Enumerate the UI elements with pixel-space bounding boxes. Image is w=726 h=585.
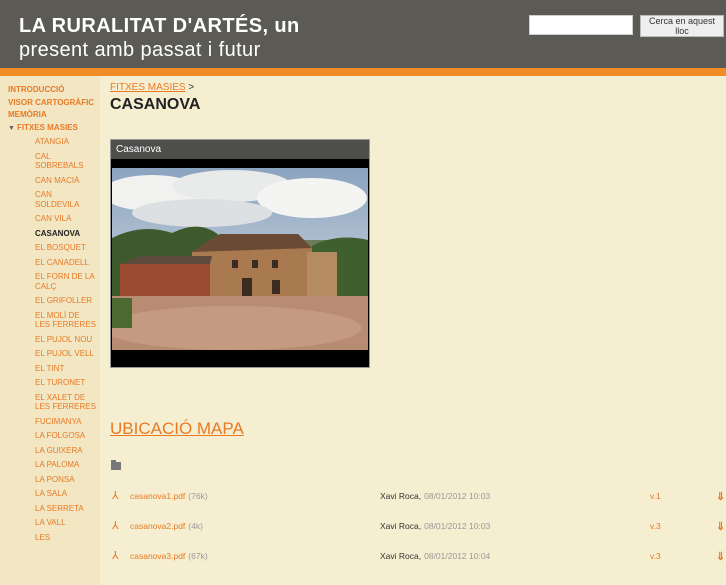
sidebar-item-casanova[interactable]: CASANOVA (8, 229, 96, 239)
file-version-link[interactable]: v.1 (650, 491, 661, 501)
file-meta: Xavi Roca, 08/01/2012 10:03 (380, 491, 490, 501)
sidebar-item-la-paloma[interactable]: LA PALOMA (8, 460, 96, 470)
sidebar-item-la-serreta[interactable]: LA SERRETA (8, 504, 96, 514)
sidebar-section-fitxes-masies[interactable]: ▼ FITXES MASIES (8, 123, 96, 134)
file-link[interactable]: casanova2.pdf (130, 521, 185, 531)
sidebar-item-la-sala[interactable]: LA SALA (8, 489, 96, 499)
breadcrumb-separator: > (188, 82, 195, 93)
download-icon[interactable]: ⇓ (716, 490, 725, 503)
file-meta: Xavi Roca, 08/01/2012 10:04 (380, 551, 490, 561)
sidebar-item-memoria[interactable]: MEMÒRIA (8, 110, 96, 120)
sidebar-item-atangia[interactable]: ATANGIA (8, 137, 96, 147)
file-name-container: casanova3.pdf (67k) (130, 551, 208, 561)
file-name-container: casanova1.pdf (76k) (130, 491, 208, 501)
sidebar-item-la-ponsa[interactable]: LA PONSA (8, 475, 96, 485)
sidebar-item-la-folgosa[interactable]: LA FOLGOSA (8, 431, 96, 441)
sidebar-item-cal-sobrebals[interactable]: CAL SOBREBALS (8, 152, 96, 171)
file-row: ⅄ casanova3.pdf (67k) Xavi Roca, 08/01/201… (100, 549, 726, 569)
sidebar-item-el-pujol-vell[interactable]: EL PUJOL VELL (8, 349, 96, 359)
map-location-link[interactable]: UBICACIÓ MAPA (110, 419, 244, 439)
sidebar-item-can-vila[interactable]: CAN VILA (8, 214, 96, 224)
site-title[interactable]: LA RURALITAT D'ARTÉS, un present amb pas… (19, 14, 379, 62)
sidebar-item-la-vall[interactable]: LA VALL (8, 518, 96, 528)
breadcrumb-link-fitxes-masies[interactable]: FITXES MASIES (110, 82, 186, 93)
photo-gallery[interactable]: Casanova (110, 139, 370, 368)
sidebar-item-visor-cartografic[interactable]: VISOR CARTOGRÀFIC (8, 98, 96, 108)
file-link[interactable]: casanova1.pdf (130, 491, 185, 501)
file-version-link[interactable]: v.3 (650, 521, 661, 531)
file-size: (67k) (188, 551, 208, 561)
download-icon[interactable]: ⇓ (716, 520, 725, 533)
breadcrumb: FITXES MASIES > (110, 82, 194, 93)
sidebar-section-label: FITXES MASIES (16, 122, 78, 132)
sidebar-item-el-grifoller[interactable]: EL GRIFOLLER (8, 296, 96, 306)
sidebar-item-el-tint[interactable]: EL TINT (8, 364, 96, 374)
sidebar-item-el-pujol-nou[interactable]: EL PUJOL NOU (8, 335, 96, 345)
sidebar-nav: INTRODUCCIÓ VISOR CARTOGRÀFIC MEMÒRIA ▼ F… (8, 85, 96, 547)
sidebar-item-el-turonet[interactable]: EL TURONET (8, 378, 96, 388)
pdf-icon: ⅄ (112, 550, 119, 562)
file-row: ⅄ casanova1.pdf (76k) Xavi Roca, 08/01/201… (100, 489, 726, 509)
gallery-caption: Casanova (111, 140, 369, 159)
search-input[interactable] (529, 15, 633, 35)
triangle-down-icon[interactable]: ▼ (8, 125, 15, 132)
site-header: LA RURALITAT D'ARTÉS, un present amb pas… (0, 0, 726, 68)
sidebar-item-la-guixera[interactable]: LA GUIXERA (8, 446, 96, 456)
sidebar-item-el-bosquet[interactable]: EL BOSQUET (8, 243, 96, 253)
sidebar-item-el-xalet-de-les-ferreres[interactable]: EL XALET DE LES FERRERES (8, 393, 96, 412)
pdf-icon: ⅄ (112, 490, 119, 502)
file-date: 08/01/2012 10:03 (424, 491, 491, 501)
file-size: (4k) (188, 521, 203, 531)
search-button[interactable]: Cerca en aquest lloc (640, 15, 724, 37)
file-name-container: casanova2.pdf (4k) (130, 521, 203, 531)
site-title-line1[interactable]: LA RURALITAT D'ARTÉS, un (19, 15, 300, 37)
sidebar-item-el-forn-de-la-calc[interactable]: EL FORN DE LA CALÇ (8, 272, 96, 291)
file-version-link[interactable]: v.3 (650, 551, 661, 561)
sidebar-item-fucimanya[interactable]: FUCIMANYA (8, 417, 96, 427)
casanova-photo[interactable] (112, 168, 368, 350)
sidebar-item-can-macia[interactable]: CAN MACIÀ (8, 176, 96, 186)
file-date: 08/01/2012 10:04 (424, 551, 491, 561)
sidebar-item-les[interactable]: LES (8, 533, 96, 543)
file-row: ⅄ casanova2.pdf (4k) Xavi Roca, 08/01/2012… (100, 519, 726, 539)
accent-bar (0, 68, 726, 76)
file-author: Xavi Roca, (380, 521, 422, 531)
file-size: (76k) (188, 491, 208, 501)
file-link[interactable]: casanova3.pdf (130, 551, 185, 561)
download-icon[interactable]: ⇓ (716, 550, 725, 563)
folder-icon[interactable] (111, 460, 121, 470)
file-author: Xavi Roca, (380, 551, 422, 561)
file-meta: Xavi Roca, 08/01/2012 10:03 (380, 521, 490, 531)
sidebar-item-introduccio[interactable]: INTRODUCCIÓ (8, 85, 96, 95)
sidebar: INTRODUCCIÓ VISOR CARTOGRÀFIC MEMÒRIA ▼ F… (0, 76, 100, 585)
main-content: FITXES MASIES > CASANOVA Casanova UBICAC… (100, 76, 726, 585)
pdf-icon: ⅄ (112, 520, 119, 532)
sidebar-item-can-soldevila[interactable]: CAN SOLDEVILA (8, 190, 96, 209)
sidebar-item-el-canadell[interactable]: EL CANADELL (8, 258, 96, 268)
file-author: Xavi Roca, (380, 491, 422, 501)
file-date: 08/01/2012 10:03 (424, 521, 491, 531)
sidebar-item-el-moli-de-les-ferreres[interactable]: EL MOLÍ DE LES FERRERES (8, 311, 96, 330)
site-title-line2[interactable]: present amb passat i futur (19, 38, 379, 62)
page-title: CASANOVA (110, 96, 201, 113)
